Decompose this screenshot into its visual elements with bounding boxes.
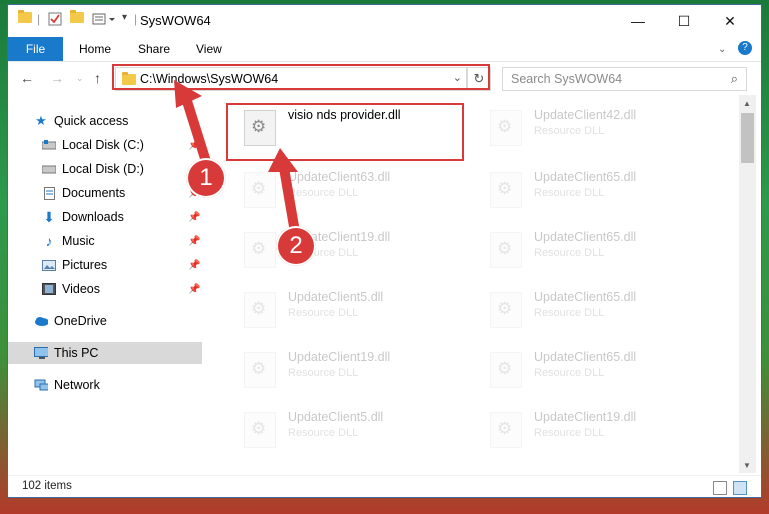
star-icon: ★: [35, 113, 47, 128]
download-icon: ⬇: [43, 208, 55, 225]
item-count: 102 items: [22, 480, 72, 492]
file-item[interactable]: UpdateClient65.dll Resource DLL: [476, 342, 714, 392]
file-item[interactable]: UpdateClient42.dll Resource DLL: [476, 100, 714, 150]
sidebar-item-onedrive[interactable]: OneDrive: [8, 310, 202, 332]
file-item[interactable]: UpdateClient19.dll Resource DLL: [476, 402, 714, 452]
vertical-scrollbar[interactable]: ▲ ▼: [739, 95, 756, 473]
dll-file-icon: [244, 412, 276, 448]
step-badge-2: 2: [276, 226, 316, 266]
pin-icon[interactable]: 📌: [188, 140, 200, 151]
drive-icon: [42, 138, 56, 152]
help-icon[interactable]: ?: [738, 41, 752, 55]
sidebar-item-local-disk-d[interactable]: Local Disk (D:) 📌: [8, 158, 202, 180]
new-folder-icon[interactable]: [70, 10, 84, 23]
videos-icon: [42, 282, 56, 296]
scroll-up-icon[interactable]: ▲: [743, 99, 751, 108]
dll-file-icon: [490, 110, 522, 146]
forward-arrow-icon[interactable]: →: [50, 70, 64, 86]
ribbon-tabs: File Home Share View ⌄ ?: [8, 37, 761, 62]
navigation-pane: ★ Quick access Local Disk (C:) 📌 Local D…: [8, 100, 202, 470]
details-view-icon[interactable]: [713, 481, 727, 495]
cloud-icon: [34, 314, 48, 328]
dll-file-icon: [490, 412, 522, 448]
drive-icon: [42, 162, 56, 176]
properties-icon[interactable]: [48, 12, 62, 26]
expand-ribbon-icon[interactable]: ⌄: [718, 44, 726, 55]
file-item[interactable]: UpdateClient65.dll Resource DLL: [476, 162, 714, 212]
step-badge-1: 1: [186, 158, 226, 198]
file-item[interactable]: UpdateClient63.dll Resource DLL: [230, 162, 468, 212]
explorer-window: | ▾ | SysWOW64 — ☐ ✕ File Home Share Vie…: [8, 5, 761, 497]
document-icon: [42, 186, 56, 200]
pin-icon[interactable]: 📌: [188, 236, 200, 247]
sidebar-item-local-disk-c[interactable]: Local Disk (C:) 📌: [8, 134, 202, 156]
window-title: SysWOW64: [140, 13, 211, 28]
sidebar-item-pictures[interactable]: Pictures 📌: [8, 254, 202, 276]
sidebar-item-this-pc[interactable]: This PC: [8, 342, 202, 364]
dll-file-icon: [244, 352, 276, 388]
sidebar-item-documents[interactable]: Documents 📌: [8, 182, 202, 204]
sidebar-item-videos[interactable]: Videos 📌: [8, 278, 202, 300]
search-placeholder: Search SysWOW64: [511, 72, 623, 86]
maximize-button[interactable]: ☐: [661, 5, 707, 37]
scroll-down-icon[interactable]: ▼: [743, 461, 751, 470]
file-item[interactable]: UpdateClient65.dll Resource DLL: [476, 282, 714, 332]
sidebar-item-quick-access[interactable]: ★ Quick access: [8, 110, 202, 132]
pc-icon: [34, 346, 48, 360]
dll-file-icon: [490, 172, 522, 208]
tab-share[interactable]: Share: [138, 42, 170, 56]
file-item[interactable]: UpdateClient5.dll Resource DLL: [230, 282, 468, 332]
dropdown-icon[interactable]: ▾: [122, 12, 127, 23]
dll-file-icon: [490, 232, 522, 268]
tab-file[interactable]: File: [8, 37, 63, 61]
folder-icon: [18, 10, 32, 23]
file-item[interactable]: UpdateClient19.dll Resource DLL: [230, 222, 468, 272]
dll-file-icon: [490, 352, 522, 388]
address-highlight-box: [112, 64, 490, 90]
pin-icon[interactable]: 📌: [188, 284, 200, 295]
pin-icon[interactable]: 📌: [188, 212, 200, 223]
up-arrow-icon[interactable]: ↑: [94, 70, 101, 86]
dll-file-icon: [490, 292, 522, 328]
separator: |: [134, 12, 138, 26]
file-highlight-box: [226, 103, 464, 161]
sidebar-item-downloads[interactable]: ⬇ Downloads 📌: [8, 206, 202, 228]
sidebar-item-network[interactable]: Network: [8, 374, 202, 396]
network-icon: [34, 378, 48, 392]
search-icon: ⌕: [730, 71, 738, 86]
dll-file-icon: [244, 232, 276, 268]
recent-locations-icon[interactable]: ⌄: [76, 73, 84, 84]
sidebar-item-music[interactable]: ♪ Music 📌: [8, 230, 202, 252]
dll-file-icon: [244, 172, 276, 208]
dll-file-icon: [244, 292, 276, 328]
search-input[interactable]: Search SysWOW64 ⌕: [502, 67, 747, 91]
tab-view[interactable]: View: [196, 42, 222, 56]
customize-toolbar-icon[interactable]: [92, 12, 118, 26]
minimize-button[interactable]: —: [615, 5, 661, 37]
music-icon: ♪: [45, 233, 53, 249]
close-button[interactable]: ✕: [707, 5, 753, 37]
pin-icon[interactable]: 📌: [188, 260, 200, 271]
status-bar: 102 items: [8, 475, 761, 497]
file-item[interactable]: UpdateClient65.dll Resource DLL: [476, 222, 714, 272]
large-icons-view-icon[interactable]: [733, 481, 747, 495]
separator: |: [37, 12, 41, 26]
file-item[interactable]: UpdateClient5.dll Resource DLL: [230, 402, 468, 452]
scrollbar-thumb[interactable]: [741, 113, 754, 163]
back-arrow-icon[interactable]: ←: [20, 70, 34, 86]
pictures-icon: [42, 258, 56, 272]
file-item[interactable]: UpdateClient19.dll Resource DLL: [230, 342, 468, 392]
tab-home[interactable]: Home: [79, 42, 111, 56]
title-bar: | ▾ | SysWOW64 — ☐ ✕: [8, 5, 761, 37]
